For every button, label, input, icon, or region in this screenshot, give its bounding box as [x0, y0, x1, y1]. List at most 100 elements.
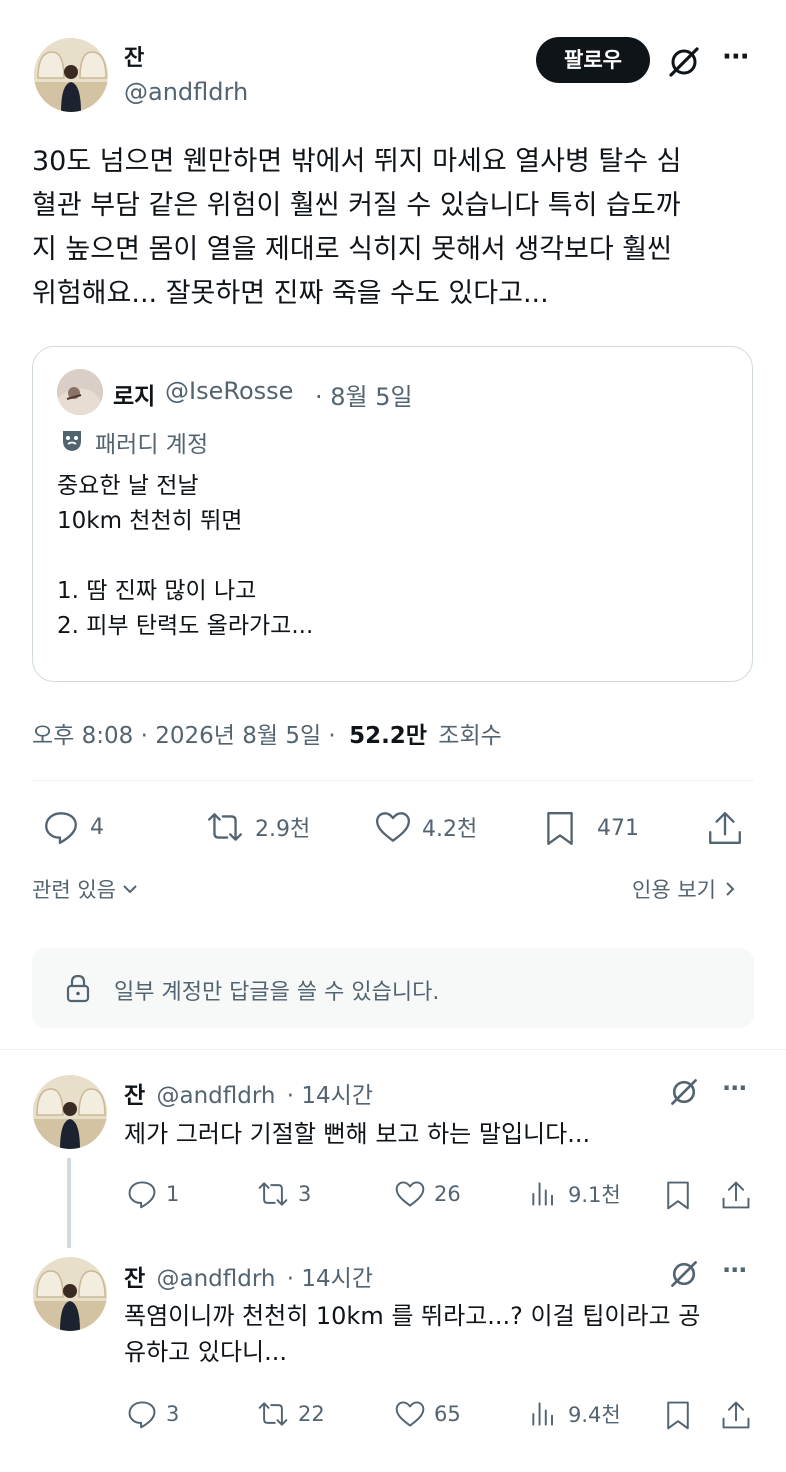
- bookmark-count: 471: [597, 815, 639, 841]
- related-label: 관련 있음: [32, 878, 116, 902]
- heart-icon: [395, 1401, 425, 1427]
- reply-text: 제가 그러다 기절할 뻔해 보고 하는 말입니다...: [124, 1116, 590, 1152]
- reply-icon: [128, 1181, 156, 1209]
- like-count: 4.2천: [422, 817, 478, 842]
- follow-button[interactable]: 팔로우: [536, 37, 650, 83]
- tweet-text-line: 혈관 부담 같은 위험이 훨씬 커질 수 있습니다 특히 습도까: [32, 190, 681, 221]
- divider: [32, 780, 754, 781]
- like-button[interactable]: 4.2천: [374, 808, 477, 846]
- reply-text-line: 유하고 있다니...: [124, 1338, 287, 1366]
- views-button[interactable]: 9.4천: [528, 1398, 621, 1430]
- like-count: 26: [434, 1182, 461, 1206]
- reply-header: 잔 @andfldrh · 14시간: [124, 1259, 373, 1293]
- share-icon: [709, 812, 741, 844]
- like-button[interactable]: 26: [394, 1178, 461, 1210]
- share-icon: [722, 1401, 750, 1429]
- view-quotes-label: 인용 보기: [632, 878, 716, 902]
- view-count-label: 조회수: [438, 723, 502, 749]
- reply-author-handle[interactable]: @andfldrh: [156, 1266, 275, 1292]
- more-options-icon[interactable]: ···: [722, 1074, 747, 1102]
- parody-account-label: 패러디 계정: [95, 432, 209, 458]
- reply-author-name[interactable]: 잔: [124, 1083, 145, 1109]
- quote-text-line: [57, 539, 313, 574]
- author-name[interactable]: 잔: [124, 40, 144, 72]
- reply-icon: [45, 812, 77, 844]
- reply-text-line: 제가 그러다 기절할 뻔해 보고 하는 말입니다...: [124, 1120, 591, 1148]
- quote-text-line: 10km 천천히 뛰면: [57, 508, 243, 534]
- share-icon: [722, 1181, 750, 1209]
- quote-date: · 8월 5일: [315, 383, 413, 411]
- reply-restriction-notice: 일부 계정만 답글을 쓸 수 있습니다.: [32, 948, 754, 1028]
- reply-button[interactable]: 4: [42, 808, 104, 846]
- share-button[interactable]: [720, 1178, 752, 1212]
- chevron-right-icon: [726, 882, 735, 896]
- quote-author-avatar: [57, 369, 103, 415]
- more-options-icon[interactable]: ···: [722, 1256, 747, 1284]
- share-button[interactable]: [720, 1398, 752, 1432]
- tweet-text-line: 30도 넘으면 웬만하면 밖에서 뛰지 마세요 열사병 탈수 심: [32, 146, 682, 177]
- view-quotes-link[interactable]: 인용 보기: [632, 874, 740, 904]
- grok-icon[interactable]: [668, 1076, 700, 1108]
- parody-mask-icon: [59, 427, 85, 453]
- reply-button[interactable]: 1: [126, 1178, 179, 1210]
- view-count: 52.2만: [349, 723, 427, 749]
- bookmark-icon: [547, 812, 573, 845]
- tweet-text-line: 위험해요... 잘못하면 진짜 죽을 수도 있다고...: [32, 278, 549, 309]
- tweet-timestamp[interactable]: 오후 8:08 · 2026년 8월 5일 ·: [32, 723, 336, 749]
- quote-author-name: 로지: [113, 384, 156, 410]
- tweet-text: 30도 넘으면 웬만하면 밖에서 뛰지 마세요 열사병 탈수 심 혈관 부담 같…: [32, 140, 762, 316]
- section-divider: [0, 1049, 786, 1050]
- retweet-icon: [258, 1182, 288, 1206]
- retweet-count: 22: [298, 1402, 325, 1426]
- lock-icon: [62, 972, 94, 1004]
- author-avatar[interactable]: [34, 38, 108, 112]
- bookmark-button[interactable]: [662, 1178, 694, 1212]
- thread-line: [67, 1158, 71, 1248]
- quote-author-handle: @IseRosse: [165, 377, 294, 405]
- reply-count: 1: [166, 1182, 180, 1206]
- bookmark-button[interactable]: [662, 1398, 694, 1432]
- reply-author-handle[interactable]: @andfldrh: [156, 1083, 275, 1109]
- views-button[interactable]: 9.1천: [528, 1178, 621, 1210]
- retweet-button[interactable]: 22: [256, 1398, 325, 1430]
- quoted-tweet-card[interactable]: 로지 @IseRosse · 8월 5일 패러디 계정 중요한 날 전날 10k…: [32, 346, 753, 682]
- quote-text-line: 1. 땀 진짜 많이 나고: [57, 578, 257, 604]
- related-toggle[interactable]: 관련 있음: [32, 874, 140, 904]
- bookmark-icon: [667, 1401, 689, 1430]
- retweet-icon: [208, 813, 242, 841]
- bookmark-icon: [667, 1181, 689, 1210]
- tweet-text-line: 지 높으면 몸이 열을 제대로 식히지 못해서 생각보다 훨씬: [32, 234, 672, 265]
- views-count: 9.1천: [568, 1183, 621, 1207]
- reply-author-avatar[interactable]: [33, 1257, 107, 1331]
- reply-count: 4: [90, 814, 104, 840]
- grok-icon[interactable]: [666, 44, 702, 80]
- retweet-count: 2.9천: [255, 817, 311, 842]
- reply-author-name[interactable]: 잔: [124, 1266, 145, 1292]
- reply-button[interactable]: 3: [126, 1398, 179, 1430]
- share-button[interactable]: [706, 808, 744, 848]
- views-count: 9.4천: [568, 1403, 621, 1427]
- more-options-icon[interactable]: ···: [722, 42, 750, 72]
- retweet-count: 3: [298, 1182, 312, 1206]
- avatar-photo: [34, 38, 108, 112]
- reply-time[interactable]: · 14시간: [287, 1083, 373, 1109]
- reply-text-line: 폭염이니까 천천히 10km 를 뛰라고...? 이걸 팁이라고 공: [124, 1302, 701, 1330]
- reply-restriction-text: 일부 계정만 답글을 쓸 수 있습니다.: [114, 980, 440, 1005]
- views-chart-icon: [532, 1402, 553, 1426]
- bookmark-button[interactable]: 471: [541, 808, 639, 848]
- retweet-button[interactable]: 2.9천: [205, 808, 310, 846]
- reply-count: 3: [166, 1402, 180, 1426]
- like-button[interactable]: 65: [394, 1398, 461, 1430]
- grok-icon[interactable]: [668, 1258, 700, 1290]
- retweet-icon: [258, 1402, 288, 1426]
- quote-text-line: 2. 피부 탄력도 올라가고...: [57, 613, 314, 639]
- reply-author-avatar[interactable]: [33, 1075, 107, 1149]
- reply-time[interactable]: · 14시간: [287, 1266, 373, 1292]
- tweet-meta: 오후 8:08 · 2026년 8월 5일 · 52.2만 조회수: [32, 716, 502, 750]
- quote-text: 중요한 날 전날 10km 천천히 뛰면 1. 땀 진짜 많이 나고 2. 피부…: [57, 469, 313, 644]
- like-count: 65: [434, 1402, 461, 1426]
- author-handle[interactable]: @andfldrh: [124, 78, 248, 106]
- retweet-button[interactable]: 3: [256, 1178, 311, 1210]
- chevron-down-icon: [123, 885, 137, 894]
- reply-icon: [128, 1401, 156, 1429]
